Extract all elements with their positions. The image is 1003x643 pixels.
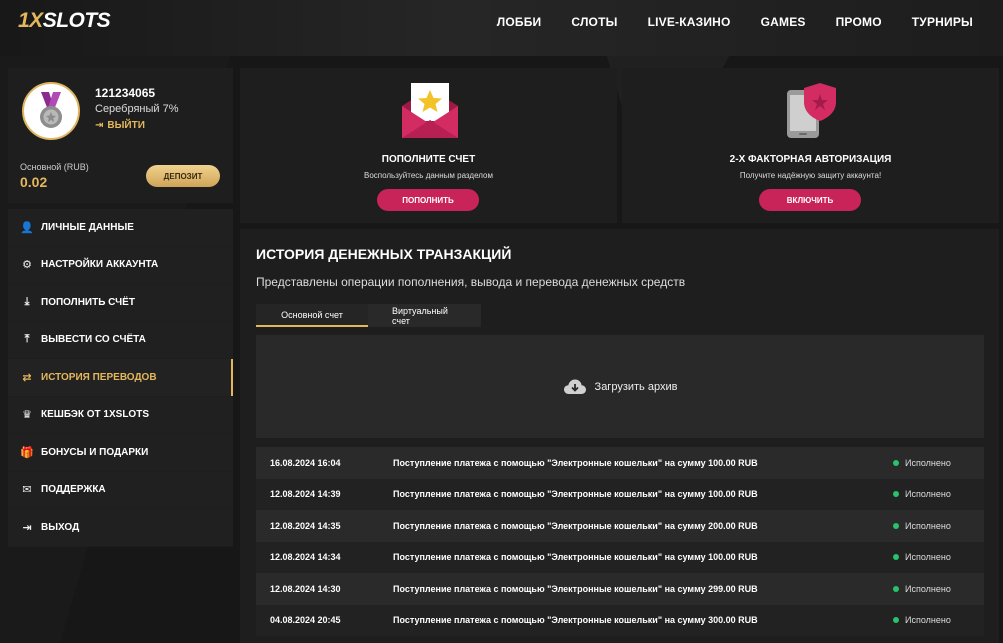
- main-nav: ЛОББИ СЛОТЫ LIVE-КАЗИНО GAMES ПРОМО ТУРН…: [497, 0, 1003, 44]
- crown-icon: ♛: [22, 409, 32, 422]
- balance-value: 0.02: [20, 174, 48, 190]
- row-date: 12.08.2024 14:35: [270, 520, 341, 531]
- status-badge: Исполнено: [893, 489, 951, 499]
- row-date: 12.08.2024 14:39: [270, 489, 341, 500]
- table-row: 16.08.2024 16:04 Поступление платежа с п…: [256, 447, 984, 479]
- nav-tournaments[interactable]: ТУРНИРЫ: [912, 15, 973, 29]
- table-row: 12.08.2024 14:39 Поступление платежа с п…: [256, 478, 984, 510]
- row-description: Поступление платежа с помощью "Электронн…: [393, 520, 758, 531]
- status-badge: Исполнено: [893, 521, 951, 531]
- row-description: Поступление платежа с помощью "Электронн…: [393, 615, 758, 626]
- profile-card: 121234065 Серебряный 7% ⇥ ВЫЙТИ Основной…: [8, 68, 233, 203]
- logout-link[interactable]: ⇥ ВЫЙТИ: [95, 120, 145, 131]
- transaction-list: 16.08.2024 16:04 Поступление платежа с п…: [256, 447, 984, 636]
- promo-deposit-subtitle: Воспользуйтесь данным разделом: [364, 171, 493, 180]
- success-dot-icon: [893, 522, 899, 529]
- deposit-button[interactable]: ДЕПОЗИТ: [146, 165, 220, 187]
- side-menu: 👤 ЛИЧНЫЕ ДАННЫЕ ⚙ НАСТРОЙКИ АККАУНТА ⤓ П…: [8, 209, 233, 547]
- menu-item-logout[interactable]: ⇥ ВЫХОД: [8, 509, 233, 546]
- row-description: Поступление платежа с помощью "Электронн…: [393, 457, 758, 468]
- table-row: 12.08.2024 14:30 Поступление платежа с п…: [256, 573, 984, 605]
- row-description: Поступление платежа с помощью "Электронн…: [393, 583, 758, 594]
- balance-label: Основной (RUB): [20, 162, 89, 172]
- exchange-icon: ⇄: [22, 371, 32, 384]
- menu-item-personal-data[interactable]: 👤 ЛИЧНЫЕ ДАННЫЕ: [8, 209, 233, 246]
- envelope-star-icon: [402, 83, 458, 138]
- menu-item-support[interactable]: ✉ ПОДДЕРЖКА: [8, 471, 233, 508]
- nav-games[interactable]: GAMES: [761, 15, 806, 29]
- tab-main-account[interactable]: Основной счет: [256, 304, 368, 327]
- row-description: Поступление платежа с помощью "Электронн…: [393, 489, 758, 500]
- enable-2fa-button[interactable]: ВКЛЮЧИТЬ: [759, 189, 861, 211]
- table-row: 12.08.2024 14:35 Поступление платежа с п…: [256, 510, 984, 542]
- logo[interactable]: 1XSLOTS: [18, 9, 111, 33]
- status-badge: Исполнено: [893, 615, 951, 625]
- menu-item-account-settings[interactable]: ⚙ НАСТРОЙКИ АККАУНТА: [8, 246, 233, 283]
- transaction-history: ИСТОРИЯ ДЕНЕЖНЫХ ТРАНЗАКЦИЙ Представлены…: [240, 229, 999, 643]
- promo-2fa-card: 2-Х ФАКТОРНАЯ АВТОРИЗАЦИЯ Получите надёж…: [622, 68, 999, 223]
- sign-out-icon: ⇥: [22, 521, 32, 534]
- table-row: 04.08.2024 20:45 Поступление платежа с п…: [256, 604, 984, 636]
- row-date: 04.08.2024 20:45: [270, 615, 341, 626]
- menu-item-withdraw[interactable]: ⤒ ВЫВЕСТИ СО СЧЁТА: [8, 321, 233, 358]
- menu-item-deposit[interactable]: ⤓ ПОПОЛНИТЬ СЧЁТ: [8, 284, 233, 321]
- status-badge: Исполнено: [893, 458, 951, 468]
- nav-live-casino[interactable]: LIVE-КАЗИНО: [648, 15, 731, 29]
- download-archive-button[interactable]: Загрузить архив: [256, 335, 984, 438]
- nav-promo[interactable]: ПРОМО: [836, 15, 882, 29]
- promo-2fa-title: 2-Х ФАКТОРНАЯ АВТОРИЗАЦИЯ: [729, 154, 892, 165]
- upload-icon: ⤒: [24, 333, 30, 346]
- gears-icon: ⚙: [22, 259, 32, 272]
- menu-item-bonuses[interactable]: 🎁 БОНУСЫ И ПОДАРКИ: [8, 434, 233, 471]
- row-date: 12.08.2024 14:34: [270, 552, 341, 563]
- download-icon: ⤓: [24, 295, 30, 308]
- success-dot-icon: [893, 491, 899, 498]
- tab-virtual-account[interactable]: Виртуальный счет: [368, 304, 481, 327]
- top-header: 1XSLOTS ЛОББИ СЛОТЫ LIVE-КАЗИНО GAMES ПР…: [0, 0, 1003, 56]
- nav-slots[interactable]: СЛОТЫ: [571, 15, 617, 29]
- sign-out-icon: ⇥: [95, 120, 104, 131]
- status-badge: Исполнено: [893, 552, 951, 562]
- user-id: 121234065: [95, 86, 156, 100]
- row-date: 12.08.2024 14:30: [270, 583, 341, 594]
- row-description: Поступление платежа с помощью "Электронн…: [393, 552, 758, 563]
- user-plus-icon: 👤: [20, 221, 34, 234]
- user-level: Серебряный 7%: [95, 103, 179, 115]
- page-subtitle: Представлены операции пополнения, вывода…: [256, 275, 686, 289]
- success-dot-icon: [893, 585, 899, 592]
- replenish-button[interactable]: ПОПОЛНИТЬ: [377, 189, 479, 211]
- promo-deposit-card: ПОПОЛНИТЕ СЧЕТ Воспользуйтесь данным раз…: [240, 68, 617, 223]
- page-title: ИСТОРИЯ ДЕНЕЖНЫХ ТРАНЗАКЦИЙ: [256, 246, 512, 262]
- avatar: [22, 82, 80, 140]
- table-row: 12.08.2024 14:34 Поступление платежа с п…: [256, 541, 984, 573]
- silver-medal-icon: [40, 92, 62, 128]
- account-tabs: Основной счет Виртуальный счет: [256, 304, 481, 327]
- menu-item-transfer-history[interactable]: ⇄ ИСТОРИЯ ПЕРЕВОДОВ: [8, 359, 233, 396]
- phone-shield-icon: [787, 83, 836, 138]
- promo-2fa-subtitle: Получите надёжную защиту аккаунта!: [739, 171, 882, 180]
- success-dot-icon: [893, 554, 899, 561]
- row-date: 16.08.2024 16:04: [270, 457, 341, 468]
- nav-lobby[interactable]: ЛОББИ: [497, 15, 542, 29]
- promo-deposit-title: ПОПОЛНИТЕ СЧЕТ: [381, 154, 476, 165]
- cloud-download-icon: [563, 379, 586, 394]
- status-badge: Исполнено: [893, 584, 951, 594]
- success-dot-icon: [893, 459, 899, 466]
- envelope-icon: ✉: [22, 484, 32, 497]
- menu-item-cashback[interactable]: ♛ КЕШБЭК ОТ 1XSLOTS: [8, 396, 233, 433]
- success-dot-icon: [893, 617, 899, 624]
- gift-icon: 🎁: [20, 446, 34, 459]
